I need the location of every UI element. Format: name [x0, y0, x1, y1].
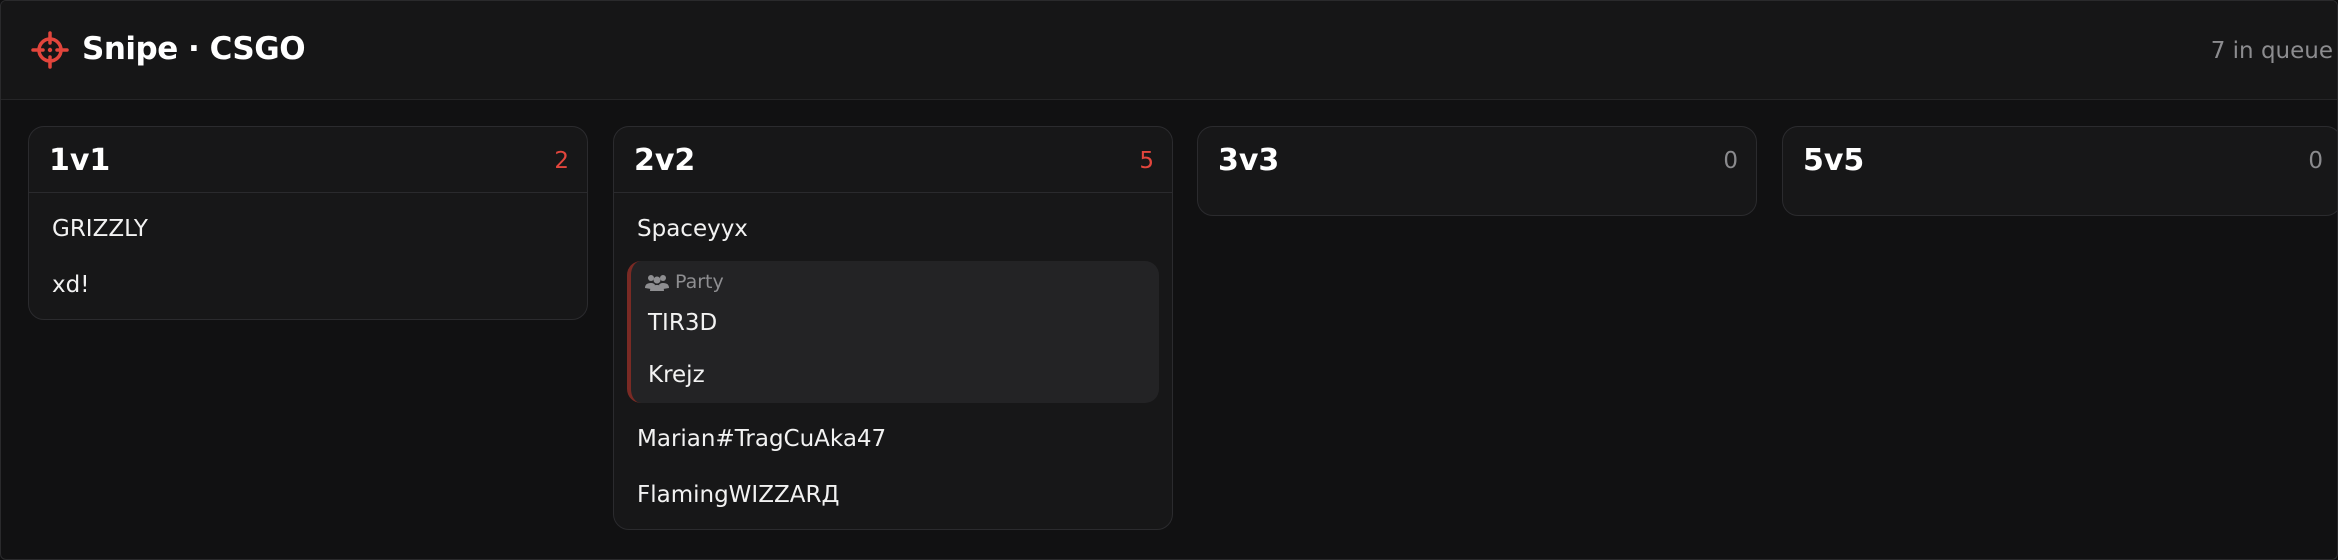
header-bar: Snipe · CSGO 7 in queue — [1, 1, 2337, 100]
queue-column-2v2: 2v2 5 Spaceyyx Party TIR3D Krejz Marian#… — [613, 126, 1173, 530]
queue-count: 7 in queue — [2210, 38, 2333, 64]
mode-count-badge: 0 — [1723, 148, 1738, 174]
queue-column-5v5: 5v5 0 — [1782, 126, 2337, 216]
column-header: 3v3 0 — [1198, 127, 1756, 215]
player-item[interactable]: xd! — [29, 257, 587, 313]
player-list: GRIZZLY xd! — [29, 193, 587, 319]
queue-column-1v1: 1v1 2 GRIZZLY xd! — [28, 126, 588, 320]
mode-title: 2v2 — [634, 143, 696, 178]
player-item[interactable]: Marian#TragCuAka47 — [614, 411, 1172, 467]
crosshair-icon — [31, 31, 69, 69]
party-label: Party — [631, 267, 1159, 297]
mode-count-badge: 2 — [554, 148, 569, 174]
player-list: Spaceyyx Party TIR3D Krejz Marian#TragCu… — [614, 193, 1172, 529]
party-member[interactable]: Krejz — [631, 349, 1159, 401]
mode-title: 3v3 — [1218, 143, 1280, 178]
column-header: 1v1 2 — [29, 127, 587, 193]
queue-column-3v3: 3v3 0 — [1197, 126, 1757, 216]
party-member[interactable]: TIR3D — [631, 297, 1159, 349]
mode-count-badge: 0 — [2308, 148, 2323, 174]
column-header: 2v2 5 — [614, 127, 1172, 193]
party-label-text: Party — [675, 271, 724, 293]
player-item[interactable]: FlamingWIZZARД — [614, 467, 1172, 523]
mode-title: 5v5 — [1803, 143, 1865, 178]
users-icon — [645, 275, 669, 291]
mode-title: 1v1 — [49, 143, 111, 178]
party-group[interactable]: Party TIR3D Krejz — [627, 261, 1159, 403]
column-header: 5v5 0 — [1783, 127, 2337, 215]
player-item[interactable]: Spaceyyx — [614, 201, 1172, 257]
app-window: Snipe · CSGO 7 in queue 1v1 2 GRIZZLY xd… — [0, 0, 2338, 560]
app-title: Snipe · CSGO — [82, 31, 306, 67]
mode-count-badge: 5 — [1139, 148, 1154, 174]
player-item[interactable]: GRIZZLY — [29, 201, 587, 257]
